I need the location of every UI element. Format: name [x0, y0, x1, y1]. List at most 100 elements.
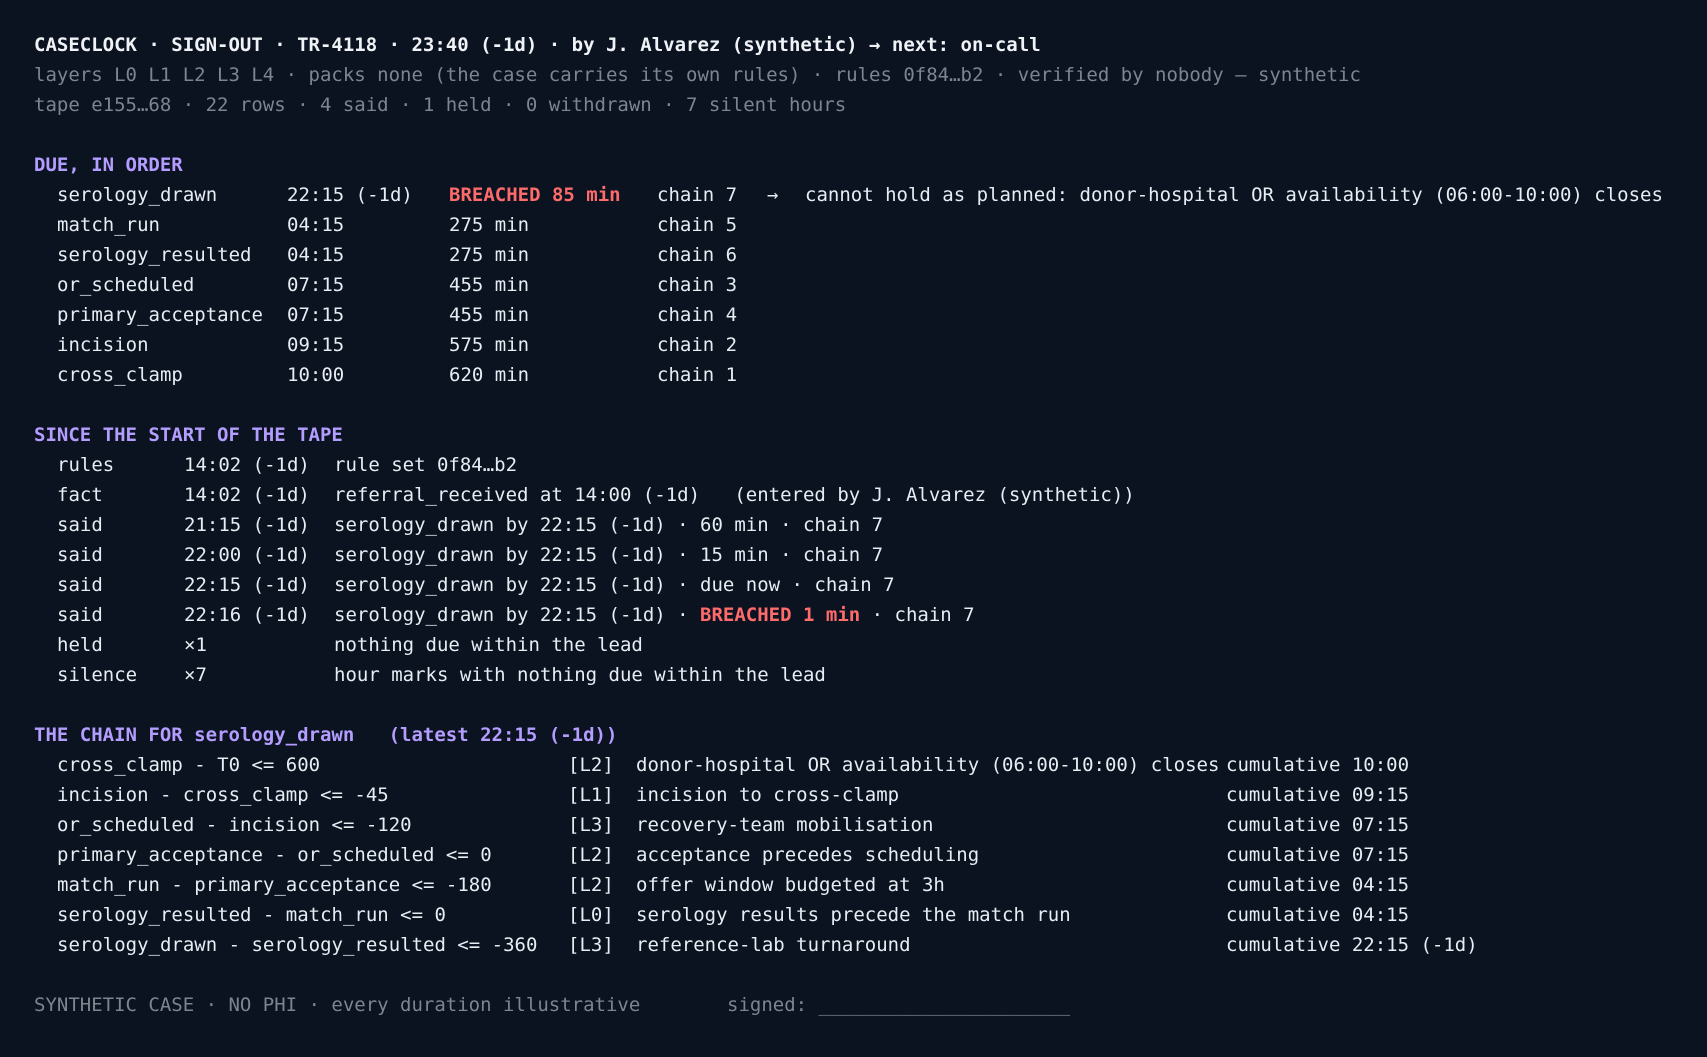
due-time: 09:15: [287, 334, 345, 356]
tape-row: fact 14:02 (-1d) referral_received at 14:0…: [34, 480, 1673, 510]
due-time: 04:15: [287, 214, 345, 236]
tape-text: serology_drawn by 22:15 (-1d) · 60 min ·…: [334, 510, 883, 540]
tape-message: serology_drawn by 22:15 (-1d) · 15 min ·…: [334, 544, 884, 566]
tape-time: 22:16 (-1d): [184, 604, 310, 626]
due-row: cross_clamp 10:00 620 min chain 1: [34, 360, 1673, 390]
chain-cumulative: cumulative 07:15: [1226, 844, 1410, 866]
due-time: 22:15 (-1d): [287, 184, 413, 206]
tape-row: rules 14:02 (-1d) rule set 0f84…b2: [34, 450, 1673, 480]
due-time: 10:00: [287, 364, 345, 386]
tape-time: 14:02 (-1d): [184, 484, 310, 506]
chain-row: or_scheduled - incision <= -120 [L3] recov…: [34, 810, 1673, 840]
due-row: match_run 04:15 275 min chain 5: [34, 210, 1673, 240]
due-event-name: or_scheduled: [57, 274, 195, 296]
chain-constraint: cross_clamp - T0 <= 600: [57, 754, 321, 776]
chain-row: match_run - primary_acceptance <= -180 [L…: [34, 870, 1673, 900]
chain-cumulative: cumulative 04:15: [1226, 904, 1410, 926]
chain-constraint: incision - cross_clamp <= -45: [57, 784, 389, 806]
chain-constraint: or_scheduled - incision <= -120: [57, 814, 412, 836]
due-chain: chain 3: [657, 274, 738, 296]
footer: SYNTHETIC CASE · NO PHI · every duration…: [34, 990, 1673, 1020]
due-slack: 455 min: [449, 274, 530, 296]
chain-description: offer window budgeted at 3h: [636, 874, 945, 896]
tape-text: hour marks with nothing due within the l…: [334, 660, 826, 690]
tape-kind: said: [57, 514, 103, 536]
chain-layer: [L2]: [568, 754, 614, 776]
chain-description: incision to cross-clamp: [636, 784, 900, 806]
tape-heading: SINCE THE START OF THE TAPE: [34, 424, 343, 446]
due-time: 07:15: [287, 304, 345, 326]
chain-cumulative: cumulative 10:00: [1226, 754, 1410, 776]
tape-time: 22:15 (-1d): [184, 574, 310, 596]
tape-row: held ×1 nothing due within the lead: [34, 630, 1673, 660]
chain-cumulative: cumulative 22:15 (-1d): [1226, 934, 1478, 956]
due-chain: chain 7: [657, 184, 738, 206]
signature-line: signed: ______________________: [727, 994, 1071, 1016]
tape-message: rule set 0f84…b2: [334, 454, 518, 476]
tape-kind: held: [57, 634, 103, 656]
due-row: primary_acceptance 07:15 455 min chain 4: [34, 300, 1673, 330]
header-meta-layers: layers L0 L1 L2 L3 L4 · packs none (the …: [34, 64, 1361, 86]
tape-kind: fact: [57, 484, 103, 506]
due-row: serology_drawn 22:15 (-1d) BREACHED 85 min…: [34, 180, 1673, 210]
chain-description: reference-lab turnaround: [636, 934, 911, 956]
due-slack: 575 min: [449, 334, 530, 356]
chain-layer: [L1]: [568, 784, 614, 806]
tape-row: said 22:16 (-1d) serology_drawn by 22:15 (…: [34, 600, 1673, 630]
due-heading: DUE, IN ORDER: [34, 154, 183, 176]
terminal-screen: CASECLOCK · SIGN-OUT · TR-4118 · 23:40 (…: [0, 0, 1707, 1057]
due-event-name: serology_resulted: [57, 244, 252, 266]
due-chain: chain 5: [657, 214, 738, 236]
chain-layer: [L3]: [568, 934, 614, 956]
breach-badge: BREACHED 85 min: [449, 184, 621, 206]
tape-text: serology_drawn by 22:15 (-1d) · BREACHED…: [334, 600, 975, 630]
chain-cumulative: cumulative 04:15: [1226, 874, 1410, 896]
due-slack: 620 min: [449, 364, 530, 386]
due-chain: chain 1: [657, 364, 738, 386]
due-chain: chain 4: [657, 304, 738, 326]
chain-layer: [L2]: [568, 874, 614, 896]
chain-row: serology_drawn - serology_resulted <= -3…: [34, 930, 1673, 960]
tape-text: serology_drawn by 22:15 (-1d) · due now …: [334, 570, 895, 600]
chain-row: serology_resulted - match_run <= 0 [L0] se…: [34, 900, 1673, 930]
tape-time: ×1: [184, 634, 207, 656]
tape-text: referral_received at 14:00 (-1d) (entere…: [334, 480, 1135, 510]
chain-constraint: primary_acceptance - or_scheduled <= 0: [57, 844, 492, 866]
due-event-name: cross_clamp: [57, 364, 183, 386]
chain-description: acceptance precedes scheduling: [636, 844, 980, 866]
due-time: 07:15: [287, 274, 345, 296]
tape-message: serology_drawn by 22:15 (-1d) · due now …: [334, 574, 895, 596]
tape-row: silence ×7 hour marks with nothing due wit…: [34, 660, 1673, 690]
tape-message: serology_drawn by 22:15 (-1d) ·: [334, 604, 701, 626]
chain-description: donor-hospital OR availability (06:00-10…: [636, 754, 1220, 776]
chain-layer: [L2]: [568, 844, 614, 866]
chain-cumulative: cumulative 09:15: [1226, 784, 1410, 806]
chain-row: cross_clamp - T0 <= 600 [L2] donor-hospita…: [34, 750, 1673, 780]
chain-heading: THE CHAIN FOR serology_drawn (latest 22:…: [34, 724, 618, 746]
due-slack: 275 min: [449, 244, 530, 266]
chain-description: recovery-team mobilisation: [636, 814, 934, 836]
due-event-name: match_run: [57, 214, 160, 236]
due-row: or_scheduled 07:15 455 min chain 3: [34, 270, 1673, 300]
tape-time: 21:15 (-1d): [184, 514, 310, 536]
tape-list: rules 14:02 (-1d) rule set 0f84…b2 fact 14:0…: [34, 450, 1673, 690]
due-event-name: serology_drawn: [57, 184, 218, 206]
chain-layer: [L0]: [568, 904, 614, 926]
chain-layer: [L3]: [568, 814, 614, 836]
tape-text: serology_drawn by 22:15 (-1d) · 15 min ·…: [334, 540, 883, 570]
tape-message: referral_received at 14:00 (-1d) (entere…: [334, 484, 1135, 506]
tape-message: nothing due within the lead: [334, 634, 643, 656]
due-chain: chain 6: [657, 244, 738, 266]
tape-time: ×7: [184, 664, 207, 686]
due-time: 04:15: [287, 244, 345, 266]
tape-row: said 21:15 (-1d) serology_drawn by 22:15 (…: [34, 510, 1673, 540]
tape-message: hour marks with nothing due within the l…: [334, 664, 826, 686]
due-row: serology_resulted 04:15 275 min chain 6: [34, 240, 1673, 270]
footer-note: SYNTHETIC CASE · NO PHI · every duration…: [34, 994, 641, 1016]
tape-text: rule set 0f84…b2: [334, 450, 517, 480]
due-event-name: incision: [57, 334, 149, 356]
tape-message: serology_drawn by 22:15 (-1d) · 60 min ·…: [334, 514, 884, 536]
